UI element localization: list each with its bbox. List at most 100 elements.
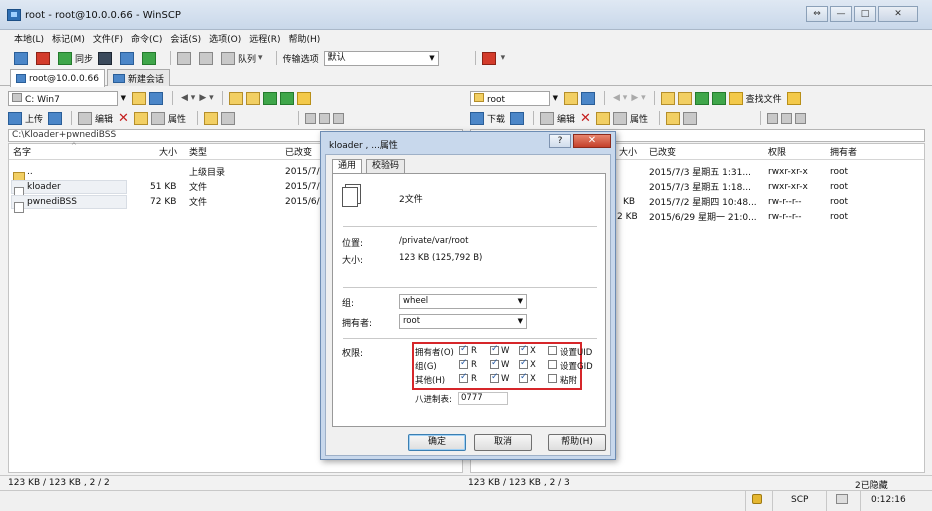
menu-help[interactable]: 帮助(H) xyxy=(289,32,321,45)
properties-button[interactable]: 属性 xyxy=(150,111,186,125)
upload-button[interactable]: 上传 xyxy=(8,111,43,125)
menu-command[interactable]: 命令(C) xyxy=(131,32,162,45)
right-folder-combo[interactable]: root ▼ xyxy=(470,90,558,106)
ok-button[interactable]: 确定 xyxy=(408,434,466,451)
queue-button[interactable]: 队列 ▾ xyxy=(221,51,265,65)
filter-select-icon[interactable] xyxy=(332,112,344,124)
delete-icon[interactable]: ✕ xyxy=(118,111,129,126)
find-files-button[interactable]: 查找文件 xyxy=(728,91,782,105)
left-drive-combo[interactable]: C: Win7 ▼ xyxy=(8,90,126,106)
sticky-checkbox[interactable] xyxy=(548,374,557,383)
select-all-icon[interactable] xyxy=(766,112,778,124)
filter-icon[interactable] xyxy=(149,91,163,105)
menu-options[interactable]: 选项(O) xyxy=(209,32,241,45)
dialog-close-button[interactable]: ✕ xyxy=(573,134,611,148)
column-changed[interactable]: 已改变 xyxy=(649,145,676,158)
select-all-icon[interactable] xyxy=(304,112,316,124)
setgid-checkbox[interactable] xyxy=(548,360,557,369)
unselect-icon[interactable] xyxy=(780,112,792,124)
column-rights[interactable]: 权限 xyxy=(768,145,786,158)
filter-select-icon[interactable] xyxy=(794,112,806,124)
group-select[interactable]: wheel ▼ xyxy=(399,294,527,309)
close-button[interactable]: ✕ xyxy=(878,6,918,22)
refresh-icon[interactable] xyxy=(711,91,726,105)
restore-icon[interactable]: ⇔ xyxy=(806,6,828,22)
rename-icon[interactable] xyxy=(595,111,610,125)
download-options-icon[interactable] xyxy=(510,111,525,125)
new-file-icon[interactable] xyxy=(682,111,697,125)
dialog-help-icon[interactable]: ? xyxy=(549,134,571,148)
octal-input[interactable]: 0777 xyxy=(458,392,508,405)
open-folder-icon[interactable] xyxy=(132,91,146,105)
menu-remote[interactable]: 远程(R) xyxy=(249,32,280,45)
disconnect-icon[interactable] xyxy=(481,51,496,65)
console-icon[interactable] xyxy=(98,51,113,65)
root-dir-icon[interactable] xyxy=(245,91,260,105)
tab-new-session[interactable]: 新建会话 xyxy=(107,69,170,86)
column-owner[interactable]: 拥有者 xyxy=(830,145,857,158)
download-button[interactable]: 下载 xyxy=(470,111,505,125)
forward-arrow-icon[interactable]: ▶ ▾ xyxy=(199,93,213,103)
compare-icon[interactable] xyxy=(36,51,50,65)
location-label: 位置: xyxy=(342,239,364,249)
root-dir-icon[interactable] xyxy=(677,91,692,105)
open-folder-icon[interactable] xyxy=(564,91,578,105)
setuid-checkbox[interactable] xyxy=(548,346,557,355)
column-changed[interactable]: 已改变 xyxy=(285,145,312,158)
menu-local[interactable]: 本地(L) xyxy=(14,32,44,45)
tab-checksum[interactable]: 校验码 xyxy=(366,159,406,173)
queue-list-icon[interactable] xyxy=(199,51,214,65)
monitor-icon xyxy=(16,74,27,83)
edit-button[interactable]: 编辑 xyxy=(540,111,575,125)
new-folder-icon[interactable] xyxy=(665,111,680,125)
forward-arrow-icon[interactable]: ▶ ▾ xyxy=(631,93,645,103)
menu-session[interactable]: 会话(S) xyxy=(170,32,201,45)
owner-write-checkbox[interactable] xyxy=(490,344,499,355)
sync-button[interactable]: 同步 xyxy=(58,51,93,65)
home-icon[interactable] xyxy=(694,91,709,105)
new-file-icon[interactable] xyxy=(220,111,235,125)
tree-icon[interactable] xyxy=(786,91,801,105)
back-arrow-icon[interactable]: ◀ ▾ xyxy=(181,93,195,103)
help-button[interactable]: 帮助(H) xyxy=(548,434,606,451)
upload-options-icon[interactable] xyxy=(48,111,63,125)
tab-session-active[interactable]: root@10.0.0.66 xyxy=(10,69,105,87)
explorer-icon[interactable] xyxy=(142,51,157,65)
back-arrow-icon[interactable]: ◀ ▾ xyxy=(613,93,627,103)
delete-icon[interactable]: ✕ xyxy=(580,111,591,126)
maximize-button[interactable]: □ xyxy=(854,6,876,22)
preferences-icon[interactable] xyxy=(177,51,192,65)
other-read-checkbox[interactable] xyxy=(459,372,468,383)
group-exec-checkbox[interactable] xyxy=(519,358,528,369)
unselect-icon[interactable] xyxy=(318,112,330,124)
menu-mark[interactable]: 标记(M) xyxy=(52,32,85,45)
column-type[interactable]: 类型 xyxy=(189,145,207,158)
other-write-checkbox[interactable] xyxy=(490,372,499,383)
parent-dir-icon[interactable] xyxy=(660,91,675,105)
new-folder-icon[interactable] xyxy=(203,111,218,125)
tree-icon[interactable] xyxy=(296,91,311,105)
owner-exec-checkbox[interactable] xyxy=(519,344,528,355)
owner-read-checkbox[interactable] xyxy=(459,344,468,355)
menu-file[interactable]: 文件(F) xyxy=(93,32,123,45)
owner-select[interactable]: root ▼ xyxy=(399,314,527,329)
rename-icon[interactable] xyxy=(133,111,148,125)
column-size[interactable]: 大小 xyxy=(619,145,637,158)
grid-view-icon[interactable] xyxy=(14,51,28,65)
refresh-icon[interactable] xyxy=(279,91,294,105)
parent-dir-icon[interactable] xyxy=(228,91,243,105)
home-icon[interactable] xyxy=(262,91,277,105)
putty-icon[interactable] xyxy=(120,51,135,65)
transfer-settings-combo[interactable]: 默认 ▼ xyxy=(323,50,439,66)
minimize-button[interactable]: — xyxy=(830,6,852,22)
column-name[interactable]: 名字 xyxy=(13,145,31,158)
properties-button[interactable]: 属性 xyxy=(612,111,648,125)
group-write-checkbox[interactable] xyxy=(490,358,499,369)
column-size[interactable]: 大小 xyxy=(159,145,177,158)
tab-general[interactable]: 通用 xyxy=(332,159,363,174)
edit-button[interactable]: 编辑 xyxy=(78,111,113,125)
cancel-button[interactable]: 取消 xyxy=(474,434,532,451)
filter-icon[interactable] xyxy=(581,91,595,105)
group-read-checkbox[interactable] xyxy=(459,358,468,369)
other-exec-checkbox[interactable] xyxy=(519,372,528,383)
